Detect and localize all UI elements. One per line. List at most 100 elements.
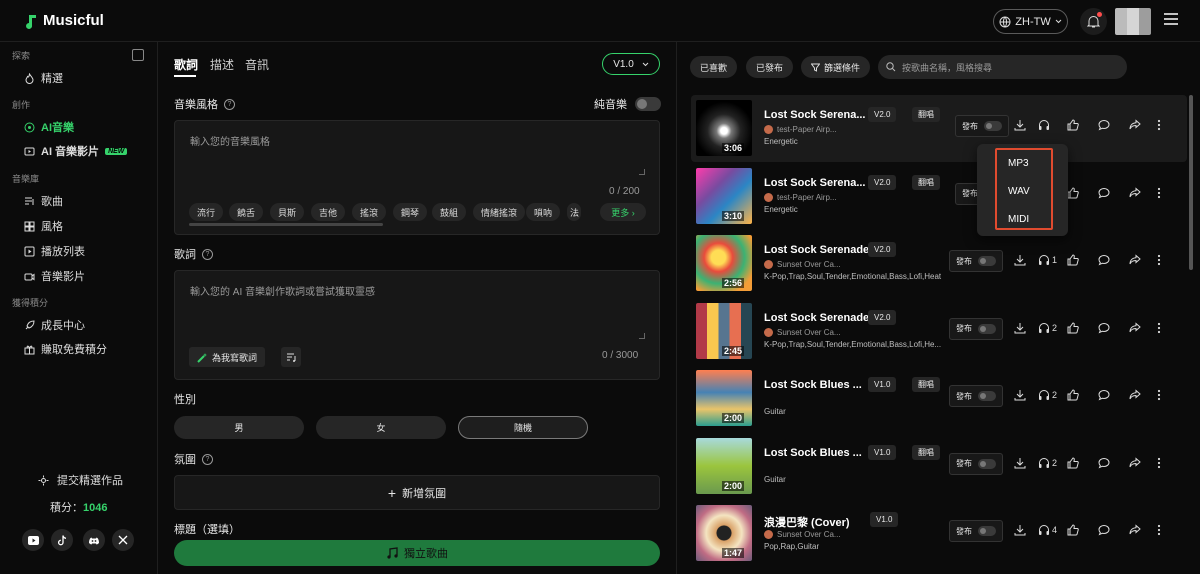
share-button[interactable]: [1129, 389, 1141, 401]
download-mp3-option[interactable]: MP3: [1008, 158, 1029, 169]
play-count-button[interactable]: 2: [1038, 322, 1057, 334]
comment-button[interactable]: [1098, 119, 1110, 131]
more-options-button[interactable]: [1157, 389, 1161, 401]
help-icon[interactable]: ?: [202, 248, 213, 260]
like-button[interactable]: [1067, 524, 1081, 536]
download-button[interactable]: [1014, 389, 1026, 401]
song-artist[interactable]: Sunset Over Ca...: [764, 327, 841, 337]
comment-button[interactable]: [1098, 322, 1110, 334]
like-button[interactable]: [1067, 186, 1081, 199]
more-options-button[interactable]: [1157, 119, 1161, 131]
publish-toggle[interactable]: 發布: [949, 520, 1003, 542]
sidebar-item-playlists[interactable]: 播放列表: [24, 243, 85, 259]
song-cover-image[interactable]: 1:47: [696, 505, 752, 561]
music-style-input[interactable]: 輸入您的音樂風格 0 / 200 流行 饒舌 貝斯 吉他 搖滾 鋼琴 鼓組 情緒…: [174, 120, 660, 235]
song-cover-image[interactable]: 2:56: [696, 235, 752, 291]
comment-button[interactable]: [1098, 524, 1110, 536]
song-title[interactable]: Lost Sock Serenade: [764, 244, 869, 256]
comment-button[interactable]: [1098, 187, 1110, 199]
song-title[interactable]: Lost Sock Blues ...: [764, 447, 862, 459]
toggle-switch[interactable]: [978, 256, 996, 266]
publish-toggle[interactable]: 發布: [949, 317, 1003, 340]
like-button[interactable]: [1067, 119, 1081, 131]
style-chip[interactable]: 鋼琴: [393, 203, 428, 221]
sidebar-item-featured[interactable]: 精選: [24, 70, 63, 86]
comment-button[interactable]: [1098, 457, 1110, 469]
library-scrollbar[interactable]: [1189, 95, 1193, 270]
like-button[interactable]: [1067, 389, 1081, 401]
download-button[interactable]: [1014, 457, 1026, 469]
song-row[interactable]: 2:00 Lost Sock Blues ... V1.0 翻唱 Guitar 發布 2: [691, 365, 1187, 432]
user-avatar[interactable]: [1115, 8, 1151, 35]
song-row[interactable]: 2:00 Lost Sock Blues ... V1.0 翻唱 Guitar 發布 2: [691, 433, 1187, 500]
publish-toggle[interactable]: 發布: [955, 115, 1009, 137]
chips-scrollbar[interactable]: [189, 223, 383, 226]
filter-conditions-button[interactable]: 篩選條件: [801, 56, 871, 78]
download-midi-option[interactable]: MIDI: [1008, 214, 1029, 225]
gender-female-button[interactable]: 女: [316, 416, 446, 439]
song-cover-image[interactable]: 2:45: [696, 302, 752, 359]
tab-audio[interactable]: 音訊: [245, 56, 269, 73]
x-twitter-button[interactable]: [112, 529, 134, 551]
share-button[interactable]: [1129, 186, 1141, 199]
create-song-button[interactable]: 獨立歌曲: [174, 540, 660, 566]
play-count-button[interactable]: 1: [1038, 254, 1057, 266]
more-styles-button[interactable]: 更多 ›: [600, 203, 646, 221]
song-row[interactable]: 2:45 Lost Sock Serenade V2.0 Sunset Over Ca…: [691, 298, 1187, 365]
sidebar-item-styles[interactable]: 風格: [24, 218, 63, 234]
app-logo[interactable]: Musicful: [24, 12, 104, 29]
write-lyrics-button[interactable]: 為我寫歌詞: [189, 347, 266, 367]
sidebar-item-songs[interactable]: 歌曲: [24, 193, 63, 209]
song-search-input[interactable]: 按歌曲名稱，風格搜尋: [878, 55, 1127, 79]
publish-toggle[interactable]: 發布: [949, 250, 1003, 272]
sidebar-item-ai-video[interactable]: AI 音樂影片 NEW: [24, 143, 128, 159]
lyrics-format-button[interactable]: [281, 347, 301, 367]
more-options-button[interactable]: [1157, 187, 1161, 199]
like-button[interactable]: [1067, 254, 1081, 266]
download-wav-option[interactable]: WAV: [1008, 186, 1030, 197]
play-count-button[interactable]: 2: [1038, 457, 1057, 469]
style-chip[interactable]: 饒舌: [229, 203, 264, 221]
resize-handle[interactable]: [639, 333, 645, 339]
song-title[interactable]: Lost Sock Blues ...: [764, 379, 862, 391]
lyrics-input[interactable]: 輸入您的 AI 音樂創作歌詞或嘗試獲取靈感 為我寫歌詞 0 / 3000: [174, 270, 660, 380]
play-count-button[interactable]: [1038, 119, 1052, 131]
song-title[interactable]: Lost Sock Serena...: [764, 109, 865, 121]
song-row[interactable]: 3:10 Lost Sock Serena... V2.0 翻唱 test-Paper …: [691, 163, 1187, 230]
tiktok-button[interactable]: [51, 529, 73, 551]
comment-button[interactable]: [1098, 254, 1110, 266]
song-artist[interactable]: Sunset Over Ca...: [764, 530, 841, 539]
youtube-button[interactable]: [22, 529, 44, 551]
tab-description[interactable]: 描述: [210, 56, 234, 73]
toggle-switch[interactable]: [984, 121, 1002, 131]
instrumental-toggle[interactable]: [635, 97, 661, 111]
publish-toggle[interactable]: 發布: [949, 385, 1003, 407]
sidebar-item-earn-free[interactable]: 賺取免費積分: [24, 341, 107, 357]
discord-button[interactable]: [83, 529, 105, 551]
menu-button[interactable]: [1164, 13, 1178, 25]
more-options-button[interactable]: [1157, 322, 1161, 334]
song-title[interactable]: Lost Sock Serenade: [764, 312, 869, 324]
song-title[interactable]: 浪漫巴黎 (Cover): [764, 514, 850, 530]
more-options-button[interactable]: [1157, 457, 1161, 469]
style-chip[interactable]: 鼓組: [432, 203, 467, 221]
style-chip[interactable]: 嗩吶: [526, 203, 561, 221]
share-button[interactable]: [1129, 254, 1141, 266]
liked-filter-button[interactable]: 已喜歡: [690, 56, 738, 78]
play-count-button[interactable]: 2: [1038, 389, 1057, 401]
sidebar-item-growth[interactable]: 成長中心: [24, 317, 85, 333]
submit-works-button[interactable]: 提交精選作品: [38, 472, 123, 488]
sidebar-item-music-videos[interactable]: 音樂影片: [24, 268, 85, 284]
song-cover-image[interactable]: 3:10: [696, 167, 752, 224]
style-chip[interactable]: 搖滾: [352, 203, 387, 221]
version-select[interactable]: V1.0: [602, 53, 660, 75]
like-button[interactable]: [1067, 321, 1081, 334]
download-button[interactable]: [1014, 524, 1026, 536]
collapse-sidebar-button[interactable]: [132, 49, 144, 61]
published-filter-button[interactable]: 已發布: [746, 56, 794, 78]
tab-lyrics[interactable]: 歌詞: [174, 56, 198, 73]
share-button[interactable]: [1129, 321, 1141, 334]
share-button[interactable]: [1129, 524, 1141, 536]
gender-male-button[interactable]: 男: [174, 416, 304, 439]
toggle-switch[interactable]: [978, 323, 996, 334]
